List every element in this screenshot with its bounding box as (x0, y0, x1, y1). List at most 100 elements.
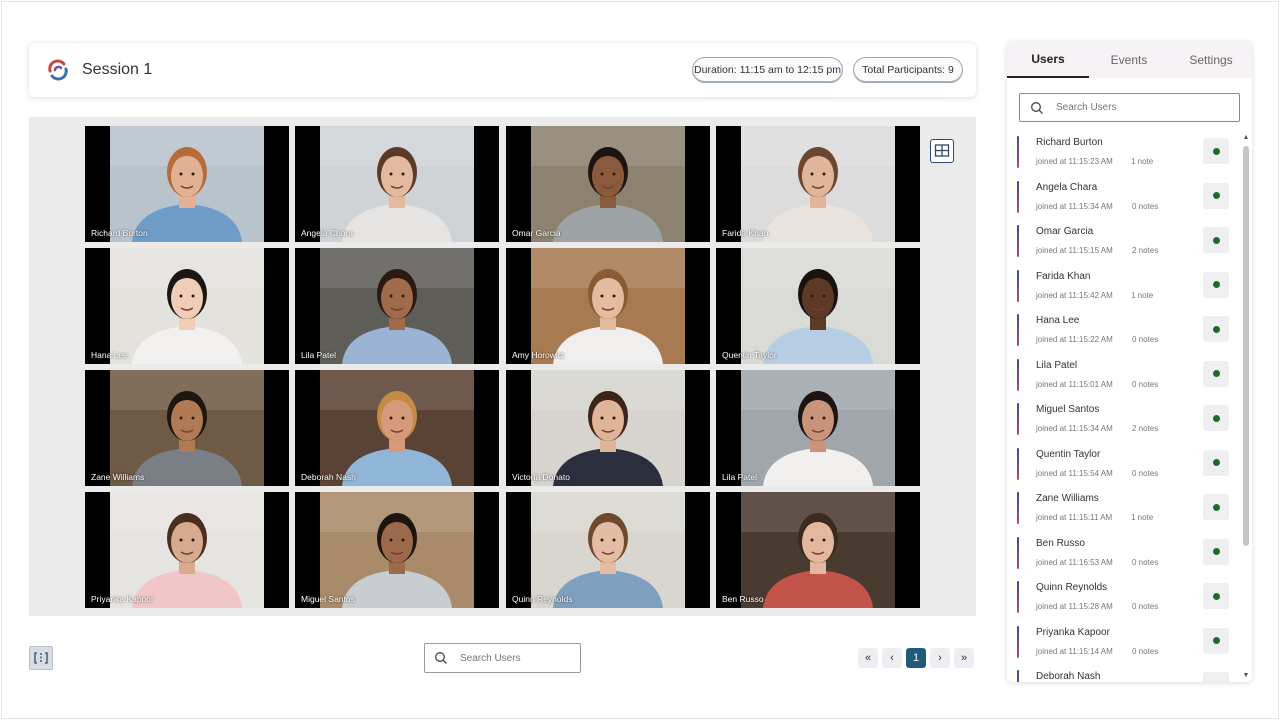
user-notes-count: 0 notes (1132, 557, 1159, 567)
scroll-down-arrow[interactable]: ▼ (1242, 672, 1250, 680)
user-status-button[interactable] (1203, 538, 1229, 565)
last-page-button[interactable]: » (954, 648, 974, 668)
participant-video-tile[interactable]: Angela Chara (295, 126, 499, 242)
participant-name-label: Lila Patel (301, 350, 336, 360)
user-list-item[interactable]: Zane Williams joined at 11:15:11 AM 1 note (1017, 490, 1239, 530)
user-name: Ben Russo (1036, 537, 1085, 549)
participant-name-label: Omar Garcia (512, 228, 561, 238)
user-list-item[interactable]: Deborah Nash (1017, 668, 1239, 682)
participant-name-label: Lila Patel (722, 472, 757, 482)
user-notes-count: 1 note (1131, 157, 1154, 166)
user-status-button[interactable] (1203, 227, 1229, 253)
participant-video-tile[interactable]: Omar Garcia (506, 126, 710, 242)
participant-video-frame (741, 126, 895, 242)
participant-video-frame (320, 492, 474, 608)
user-name: Zane Williams (1036, 493, 1099, 504)
user-status-button[interactable] (1203, 405, 1229, 431)
user-joined-time: joined at 11:15:23 AM (1036, 157, 1113, 166)
user-name: Deborah Nash (1036, 671, 1101, 682)
scroll-up-arrow[interactable]: ▲ (1242, 134, 1250, 142)
participant-video-tile[interactable]: Quinn Reynolds (506, 492, 710, 608)
user-list-item[interactable]: Lila Patel joined at 11:15:01 AM 0 notes (1017, 357, 1239, 397)
tab-users[interactable]: Users (1007, 41, 1089, 78)
user-list-item[interactable]: Ben Russo joined at 11:16:53 AM 0 notes (1017, 535, 1239, 575)
sidebar-toggle-button[interactable] (29, 646, 53, 670)
first-page-button[interactable]: « (858, 648, 878, 668)
panel-tabs: Users Events Settings (1007, 41, 1252, 78)
user-accent-bar (1017, 536, 1019, 569)
participant-video-tile[interactable]: Farida Khan (716, 126, 920, 242)
user-list-item[interactable]: Miguel Santos joined at 11:15:34 AM 2 note… (1017, 401, 1239, 441)
user-status-button[interactable] (1203, 583, 1229, 609)
user-list-item[interactable]: Quentin Taylor joined at 11:15:54 AM 0 not… (1017, 446, 1239, 486)
user-list-item[interactable]: Quinn Reynolds joined at 11:15:28 AM 0 not… (1017, 579, 1239, 619)
participant-name-label: Richard Burton (91, 228, 148, 238)
prev-page-button[interactable]: ‹ (882, 648, 902, 668)
participant-video-frame (110, 126, 264, 242)
participant-video-tile[interactable]: Quentin Taylor (716, 248, 920, 364)
search-icon (434, 651, 448, 665)
user-status-button[interactable] (1203, 271, 1229, 298)
user-notes-count: 0 notes (1132, 468, 1159, 478)
participant-video-tile[interactable]: Miguel Santos (295, 492, 499, 608)
bottom-search-field[interactable] (424, 643, 581, 673)
side-search-input[interactable] (1056, 102, 1156, 113)
user-status-button[interactable] (1203, 182, 1229, 209)
user-status-button[interactable] (1203, 627, 1229, 654)
participant-video-frame (320, 370, 474, 486)
user-list-item[interactable]: Farida Khan joined at 11:15:42 AM 1 note (1017, 268, 1239, 308)
participant-video-tile[interactable]: Deborah Nash (295, 370, 499, 486)
participant-video-tile[interactable]: Zane Williams (85, 370, 289, 486)
current-page-button[interactable]: 1 (906, 648, 926, 668)
next-page-button[interactable]: › (930, 648, 950, 668)
scroll-thumb[interactable] (1243, 146, 1249, 546)
user-status-button[interactable] (1203, 494, 1229, 520)
user-accent-bar (1017, 447, 1019, 480)
user-status-button[interactable] (1203, 316, 1229, 342)
user-status-button[interactable] (1203, 449, 1229, 476)
participant-video-tile[interactable]: Richard Burton (85, 126, 289, 242)
search-icon (1030, 101, 1044, 115)
participant-name-label: Zane Williams (91, 472, 145, 482)
user-status-button[interactable] (1203, 360, 1229, 387)
tab-settings[interactable]: Settings (1170, 41, 1252, 78)
user-list-item[interactable]: Angela Chara joined at 11:15:34 AM 0 notes (1017, 179, 1239, 219)
user-list-item[interactable]: Richard Burton joined at 11:15:23 AM 1 not… (1017, 134, 1239, 174)
participant-video-tile[interactable]: Ben Russo (716, 492, 920, 608)
participant-video-tile[interactable]: Priyanka Kapoor (85, 492, 289, 608)
participant-video-tile[interactable]: Amy Horowitz (506, 248, 710, 364)
user-accent-bar (1017, 314, 1019, 346)
user-status-button[interactable] (1203, 672, 1229, 682)
grid-layout-button[interactable] (930, 139, 954, 163)
video-grid: Richard Burton Angela Chara Omar Garcia Far… (29, 117, 976, 616)
user-name: Priyanka Kapoor (1036, 626, 1110, 638)
user-list-item[interactable]: Priyanka Kapoor joined at 11:15:14 AM 0 no… (1017, 624, 1239, 664)
side-search-field[interactable] (1019, 93, 1240, 122)
user-joined-time: joined at 11:15:11 AM (1036, 513, 1113, 522)
online-status-icon (1212, 147, 1220, 155)
user-joined-time: joined at 11:15:14 AM (1036, 646, 1113, 656)
participant-video-frame (531, 248, 685, 364)
participant-video-tile[interactable]: Victoria Donato (506, 370, 710, 486)
participant-name-label: Quinn Reynolds (512, 594, 573, 604)
bottom-search-input[interactable] (460, 652, 560, 664)
user-joined-time: joined at 11:15:34 AM (1036, 201, 1113, 211)
online-status-icon (1212, 414, 1220, 422)
user-list-item[interactable]: Omar Garcia joined at 11:15:15 AM 2 notes (1017, 223, 1239, 263)
user-status-button[interactable] (1203, 138, 1229, 164)
user-list-scrollbar[interactable]: ▲ ▼ (1240, 134, 1252, 682)
grid-layout-icon (934, 144, 950, 157)
user-joined-time: joined at 11:16:53 AM (1036, 557, 1113, 567)
user-notes-count: 0 notes (1132, 646, 1159, 656)
online-status-icon (1212, 192, 1220, 199)
user-notes-count: 0 notes (1132, 602, 1159, 611)
user-list-item[interactable]: Hana Lee joined at 11:15:22 AM 0 notes (1017, 312, 1239, 352)
participant-video-tile[interactable]: Lila Patel (295, 248, 499, 364)
online-status-icon (1212, 548, 1220, 555)
tab-events[interactable]: Events (1088, 41, 1170, 78)
participant-video-tile[interactable]: Hana Lee (85, 248, 289, 364)
participant-video-frame (531, 492, 685, 608)
user-name: Farida Khan (1036, 270, 1091, 282)
participant-video-tile[interactable]: Lila Patel (716, 370, 920, 486)
user-joined-time: joined at 11:15:15 AM (1036, 246, 1113, 255)
